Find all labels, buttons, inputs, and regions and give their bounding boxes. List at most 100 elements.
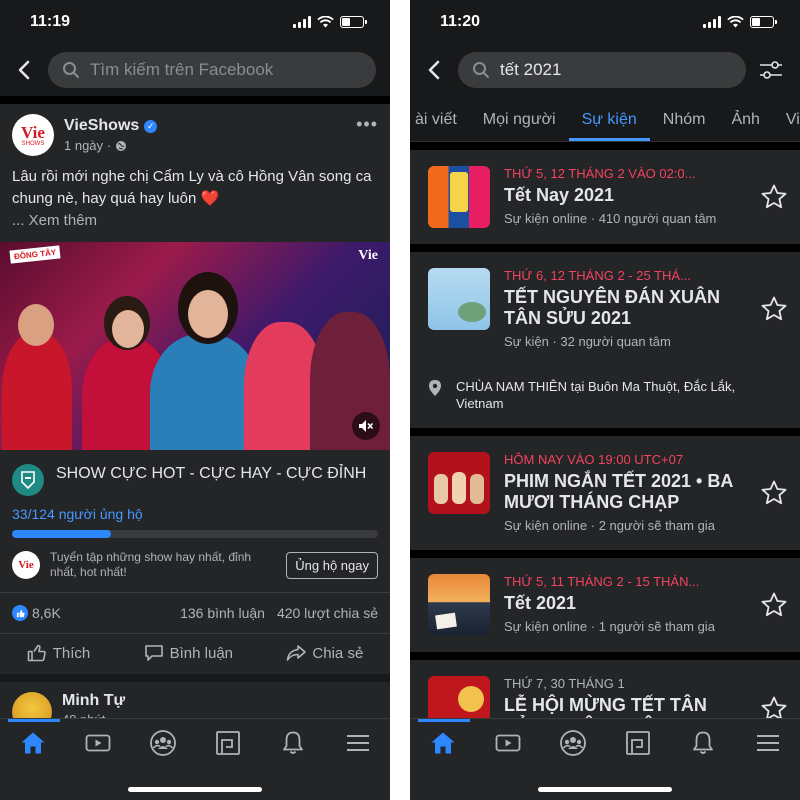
- fundraiser-progress-fill: [12, 530, 111, 538]
- post-text: Lâu rồi mới nghe chị Cẩm Ly và cô Hồng V…: [0, 166, 390, 242]
- comment-label: Bình luận: [169, 644, 234, 662]
- status-icons: [703, 16, 777, 28]
- search-category-tabs: ài viết Mọi người Sự kiện Nhóm Ảnh Vi: [410, 96, 800, 142]
- event-subtitle: Sự kiện · 32 người quan tâm: [504, 334, 671, 349]
- like-button[interactable]: Thích: [27, 644, 90, 662]
- event-title: Tết 2021: [504, 593, 577, 613]
- tab-menu[interactable]: [333, 723, 383, 763]
- fundraiser-title[interactable]: SHOW CỰC HOT - CỰC HAY - CỰC ĐỈNH: [12, 464, 378, 496]
- tab-watch[interactable]: [483, 723, 533, 763]
- tab-photos[interactable]: Ảnh: [718, 111, 772, 141]
- signal-icon: [703, 16, 721, 28]
- tab-posts[interactable]: ài viết: [410, 111, 470, 141]
- status-bar: 11:19: [0, 0, 390, 44]
- post-video[interactable]: ĐỒNG TÂY Vie: [0, 242, 390, 450]
- event-item[interactable]: THỨ 5, 12 THÁNG 2 VÀO 02:0... Tết Nay 20…: [410, 150, 800, 244]
- status-time: 11:19: [30, 13, 71, 30]
- event-date: THỨ 5, 11 THÁNG 2 - 15 THÁN...: [504, 574, 700, 589]
- tab-menu[interactable]: [743, 723, 793, 763]
- star-icon[interactable]: [760, 295, 788, 323]
- tab-marketplace[interactable]: [203, 723, 253, 763]
- tab-groups[interactable]: [138, 723, 188, 763]
- tab-watch[interactable]: [73, 723, 123, 763]
- event-subtitle: Sự kiện online · 2 người sẽ tham gia: [504, 518, 715, 533]
- search-input[interactable]: tết 2021: [458, 52, 746, 88]
- post-author[interactable]: VieShows ✓: [64, 117, 158, 135]
- fundraiser-progress-bar: [12, 530, 378, 538]
- event-thumbnail: [428, 166, 490, 228]
- share-label: Chia sẻ: [312, 644, 364, 662]
- event-title: PHIM NGẮN TẾT 2021 • BA MƯƠI THÁNG CHẠP: [504, 471, 733, 512]
- comment-icon: [144, 645, 163, 661]
- active-tab-indicator: [418, 719, 470, 722]
- tab-marketplace[interactable]: [613, 723, 663, 763]
- fundraiser-title-text: SHOW CỰC HOT - CỰC HAY - CỰC ĐỈNH: [56, 465, 367, 482]
- tab-videos[interactable]: Vi: [773, 111, 800, 141]
- wifi-icon: [317, 16, 334, 28]
- home-icon: [21, 732, 44, 754]
- menu-icon: [756, 735, 779, 751]
- divider: [0, 96, 390, 104]
- status-bar: 11:20: [410, 0, 800, 44]
- back-arrow-icon: [18, 60, 30, 80]
- event-item[interactable]: HÔM NAY VÀO 19:00 UTC+07 PHIM NGẮN TẾT 2…: [410, 436, 800, 550]
- avatar[interactable]: Vie SHOWS: [12, 114, 54, 156]
- support-button[interactable]: Ủng hộ ngay: [286, 551, 378, 579]
- home-icon: [431, 732, 454, 754]
- signal-icon: [293, 16, 311, 28]
- like-count[interactable]: 8,6K: [32, 605, 61, 621]
- home-indicator: [128, 787, 262, 792]
- video-watermark: Vie: [358, 248, 378, 263]
- star-icon[interactable]: [760, 183, 788, 211]
- search-value: tết 2021: [500, 60, 562, 79]
- filter-button[interactable]: [756, 55, 786, 85]
- battery-icon: [340, 16, 367, 28]
- globe-icon: [116, 140, 127, 151]
- event-subtitle: Sự kiện online · 410 người quan tâm: [504, 211, 717, 226]
- home-indicator: [538, 787, 672, 792]
- fundraiser-description: Tuyển tập những show hay nhất, đỉnh nhất…: [50, 550, 252, 579]
- post-body: Lâu rồi mới nghe chị Cẩm Ly và cô Hồng V…: [12, 168, 372, 207]
- bottom-tab-bar: [410, 718, 800, 800]
- back-arrow-icon: [428, 60, 440, 80]
- avatar: Vie: [12, 551, 40, 579]
- tab-notifications[interactable]: [678, 723, 728, 763]
- video-icon: [495, 734, 520, 752]
- comment-button[interactable]: Bình luận: [144, 644, 233, 662]
- more-options-icon[interactable]: •••: [356, 114, 378, 135]
- tab-groups[interactable]: Nhóm: [650, 111, 719, 141]
- right-screen: 11:20 tết 2021 ài viết Mọi người Sự kiện…: [410, 0, 800, 800]
- event-subtitle: Sự kiện online · 1 người sẽ tham gia: [504, 619, 715, 634]
- back-button[interactable]: [10, 56, 38, 84]
- event-item[interactable]: THỨ 5, 11 THÁNG 2 - 15 THÁN... Tết 2021 …: [410, 558, 800, 652]
- post-header: Vie SHOWS VieShows ✓ 1 ngày · •••: [0, 104, 390, 166]
- tab-people[interactable]: Mọi người: [470, 111, 569, 141]
- status-time: 11:20: [440, 13, 481, 30]
- post-author[interactable]: Minh Tự: [62, 692, 125, 710]
- fundraiser-row: Vie Tuyển tập những show hay nhất, đỉnh …: [12, 550, 378, 580]
- see-more-link[interactable]: ... Xem thêm: [12, 212, 97, 229]
- star-icon[interactable]: [760, 591, 788, 619]
- star-icon[interactable]: [760, 479, 788, 507]
- speaker-muted-icon: [359, 420, 374, 432]
- sliders-icon: [760, 61, 782, 79]
- event-item[interactable]: THỨ 6, 12 THÁNG 2 - 25 THÁ... TẾT NGUYÊN…: [410, 252, 800, 366]
- back-button[interactable]: [420, 56, 448, 84]
- post-card: Vie SHOWS VieShows ✓ 1 ngày · ••• Lâu rồi m…: [0, 104, 390, 674]
- active-tab-indicator: [8, 719, 60, 722]
- tab-groups[interactable]: [548, 723, 598, 763]
- marketplace-icon: [215, 731, 240, 755]
- tab-events[interactable]: Sự kiện: [568, 111, 650, 141]
- post-author-name: VieShows: [64, 117, 140, 134]
- comment-count[interactable]: 136 bình luận: [180, 605, 265, 621]
- tab-notifications[interactable]: [268, 723, 318, 763]
- mute-button[interactable]: [352, 412, 380, 440]
- share-button[interactable]: Chia sẻ: [286, 644, 363, 662]
- tab-home[interactable]: [8, 723, 58, 763]
- tab-home[interactable]: [418, 723, 468, 763]
- search-input[interactable]: Tìm kiếm trên Facebook: [48, 52, 376, 88]
- groups-icon: [149, 730, 176, 756]
- thumbs-up-icon: [27, 644, 46, 662]
- share-count[interactable]: 420 lượt chia sẻ: [277, 605, 378, 621]
- location-pin-icon: [429, 380, 441, 396]
